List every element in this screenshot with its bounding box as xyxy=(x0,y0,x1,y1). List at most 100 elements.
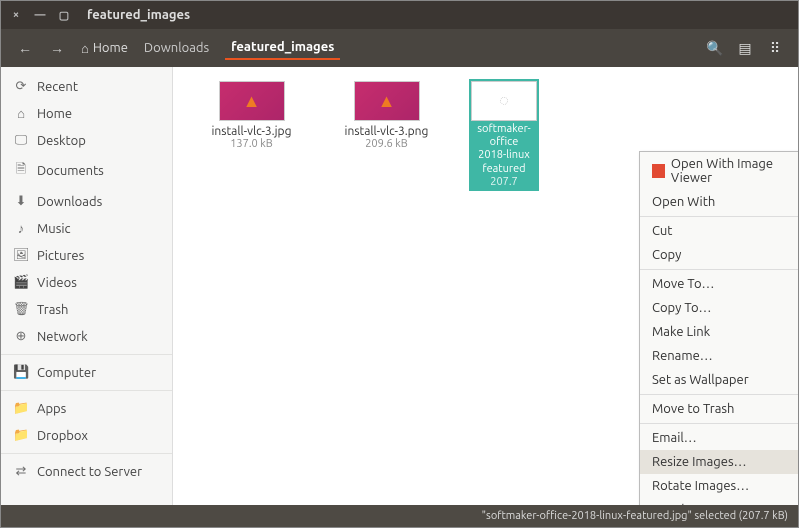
sidebar-item-apps[interactable]: 📁Apps xyxy=(1,395,172,422)
sidebar-item-label: Documents xyxy=(37,164,104,178)
titlebar: × ― ▢ featured_images xyxy=(1,1,798,29)
cm-dropbox[interactable]: Dropbox▸ xyxy=(640,498,798,505)
cm-label: Email… xyxy=(652,431,697,445)
cm-label: Move To… xyxy=(652,277,714,291)
search-icon[interactable]: 🔍 xyxy=(700,40,730,57)
breadcrumb-home[interactable]: ⌂ Home xyxy=(81,41,128,56)
sidebar-item-recent[interactable]: ⟳Recent xyxy=(1,73,172,100)
file-item[interactable]: ▲ install-vlc-3.png 209.6 kB xyxy=(334,81,439,191)
cm-resize-images[interactable]: Resize Images… xyxy=(640,450,798,474)
file-item-selected[interactable]: ◌ softmaker-office 2018-linux featured 2… xyxy=(469,81,539,191)
sidebar-item-downloads[interactable]: ⬇ Downloads xyxy=(1,188,172,215)
file-item[interactable]: ▲ install-vlc-3.jpg 137.0 kB xyxy=(199,81,304,191)
cm-label: Open With Image Viewer xyxy=(671,157,798,185)
file-size: 209.6 kB xyxy=(365,138,408,150)
file-thumbnail: ▲ xyxy=(219,81,285,121)
cm-label: Copy To… xyxy=(652,301,712,315)
close-icon[interactable]: × xyxy=(9,8,23,22)
downloads-icon: ⬇ xyxy=(13,194,29,209)
network-icon: ⊕ xyxy=(13,329,29,344)
cm-move-trash[interactable]: Move to Trash xyxy=(640,397,798,421)
cm-rename[interactable]: Rename… xyxy=(640,344,798,368)
cm-move-to[interactable]: Move To… xyxy=(640,272,798,296)
recent-icon: ⟳ xyxy=(13,79,29,94)
sidebar-item-label: Trash xyxy=(37,303,68,317)
sidebar-item-dropbox[interactable]: 📁Dropbox xyxy=(1,422,172,449)
sidebar-item-label: Home xyxy=(37,107,72,121)
cm-label: Make Link xyxy=(652,325,710,339)
cm-copy-to[interactable]: Copy To… xyxy=(640,296,798,320)
minimize-icon[interactable]: ― xyxy=(33,8,47,22)
statusbar: "softmaker-office-2018-linux-featured.jp… xyxy=(1,505,798,527)
sidebar: ⟳Recent ⌂ Home 🖵 Desktop 🗎 Documents ⬇ Downl… xyxy=(1,67,173,505)
documents-icon: 🗎 xyxy=(13,160,29,182)
context-menu: Open With Image Viewer Open With▸ Cut Co… xyxy=(639,151,798,505)
back-button[interactable]: ← xyxy=(13,40,37,56)
sidebar-item-videos[interactable]: 🎬Videos xyxy=(1,269,172,296)
folder-icon: 📁 xyxy=(13,428,29,443)
sidebar-item-label: Music xyxy=(37,222,71,236)
sidebar-item-music[interactable]: ♪ Music xyxy=(1,215,172,242)
sidebar-item-label: Videos xyxy=(37,276,77,290)
cm-copy[interactable]: Copy xyxy=(640,243,798,267)
sidebar-item-home[interactable]: ⌂ Home xyxy=(1,100,172,127)
sidebar-item-pictures[interactable]: 🖼Pictures xyxy=(1,242,172,269)
breadcrumb-current[interactable]: featured_images xyxy=(225,36,340,60)
cm-rotate-images[interactable]: Rotate Images… xyxy=(640,474,798,498)
cm-label: Move to Trash xyxy=(652,402,734,416)
maximize-icon[interactable]: ▢ xyxy=(57,8,71,22)
sidebar-item-label: Pictures xyxy=(37,249,84,263)
sidebar-item-desktop[interactable]: 🖵 Desktop xyxy=(1,127,172,154)
forward-button[interactable]: → xyxy=(45,40,69,56)
cm-label: Copy xyxy=(652,248,681,262)
cm-label: Cut xyxy=(652,224,672,238)
cm-email[interactable]: Email… xyxy=(640,426,798,450)
file-name-selected: softmaker-office 2018-linux featured 207… xyxy=(469,121,539,191)
cm-open-default[interactable]: Open With Image Viewer xyxy=(640,152,798,190)
desktop-icon: 🖵 xyxy=(13,133,29,148)
home-icon: ⌂ xyxy=(81,41,89,56)
sidebar-item-network[interactable]: ⊕ Network xyxy=(1,323,172,350)
breadcrumb-downloads[interactable]: Downloads xyxy=(138,37,215,59)
sidebar-item-documents[interactable]: 🗎 Documents xyxy=(1,154,172,188)
file-manager-window: × ― ▢ featured_images ← → ⌂ Home Downloa… xyxy=(0,0,799,528)
sidebar-item-trash[interactable]: 🗑 Trash xyxy=(1,296,172,323)
cm-label: Rename… xyxy=(652,349,713,363)
cm-label: Rotate Images… xyxy=(652,479,749,493)
statusbar-text: "softmaker-office-2018-linux-featured.jp… xyxy=(482,510,788,522)
file-name: install-vlc-3.png xyxy=(345,125,429,138)
file-name: install-vlc-3.jpg xyxy=(212,125,292,138)
cm-label: Open With xyxy=(652,195,715,209)
sidebar-item-label: Downloads xyxy=(37,195,102,209)
file-name-line: softmaker-office xyxy=(473,123,535,149)
file-thumbnail: ▲ xyxy=(354,81,420,121)
cm-make-link[interactable]: Make Link xyxy=(640,320,798,344)
file-name-line: 2018-linux xyxy=(473,149,535,162)
sidebar-item-computer[interactable]: 💾 Computer xyxy=(1,359,172,386)
cm-set-wallpaper[interactable]: Set as Wallpaper xyxy=(640,368,798,392)
cm-label: Set as Wallpaper xyxy=(652,373,749,387)
home-folder-icon: ⌂ xyxy=(13,106,29,121)
content-area[interactable]: ▲ install-vlc-3.jpg 137.0 kB ▲ install-v… xyxy=(173,67,798,505)
cm-label: Dropbox xyxy=(652,503,703,505)
sidebar-item-label: Apps xyxy=(37,402,66,416)
sidebar-item-label: Network xyxy=(37,330,88,344)
file-size-line: 207.7 xyxy=(473,176,535,189)
sidebar-item-connect-server[interactable]: ⇄ Connect to Server xyxy=(1,458,172,485)
file-name-line: featured xyxy=(473,163,535,176)
view-mode-icon[interactable]: ▤ xyxy=(730,40,760,57)
file-size: 137.0 kB xyxy=(230,138,273,150)
cm-cut[interactable]: Cut xyxy=(640,219,798,243)
cm-open-with[interactable]: Open With▸ xyxy=(640,190,798,214)
cm-label: Resize Images… xyxy=(652,455,747,469)
menu-icon[interactable]: ⠿ xyxy=(760,40,790,57)
sidebar-item-label: Connect to Server xyxy=(37,465,142,479)
music-icon: ♪ xyxy=(13,221,29,236)
trash-icon: 🗑 xyxy=(13,302,29,317)
sidebar-item-label: Desktop xyxy=(37,134,86,148)
toolbar: ← → ⌂ Home Downloads featured_images 🔍 ▤… xyxy=(1,29,798,67)
connect-icon: ⇄ xyxy=(13,464,29,479)
computer-icon: 💾 xyxy=(13,365,29,380)
image-viewer-icon xyxy=(652,164,665,178)
sidebar-item-label: Computer xyxy=(37,366,96,380)
